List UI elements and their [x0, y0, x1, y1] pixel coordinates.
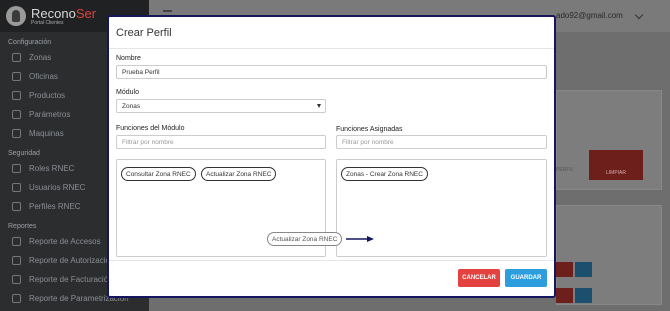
- report-icon: [12, 294, 21, 303]
- background-edit-button: [575, 288, 592, 303]
- funciones-modulo-label: Funciones del Módulo: [116, 125, 185, 132]
- modulo-label: Módulo: [116, 89, 139, 96]
- map-pin-icon: [12, 53, 21, 62]
- funciones-asignadas-label: Funciones Asignadas: [336, 126, 403, 133]
- user-tag-icon: [12, 164, 21, 173]
- drag-arrow-icon: [346, 236, 374, 242]
- box-icon: [12, 91, 21, 100]
- report-icon: [12, 256, 21, 265]
- modal-header: Crear Perfil: [109, 17, 554, 49]
- brand-subtitle: Portal Clientes: [31, 19, 64, 26]
- crear-perfil-modal: Crear Perfil Nombre Prueba Perfil Módulo…: [107, 15, 556, 298]
- module-function-chip[interactable]: Actualizar Zona RNEC: [201, 167, 277, 181]
- save-button[interactable]: GUARDAR: [505, 269, 547, 287]
- assigned-function-chip[interactable]: Zonas - Crear Zona RNEC: [341, 167, 428, 181]
- report-icon: [12, 275, 21, 284]
- module-function-chip[interactable]: Consultar Zona RNEC: [121, 167, 196, 181]
- dragging-function-chip[interactable]: Actualizar Zona RNEC: [267, 232, 343, 246]
- background-perfil-button: PERFIL: [556, 167, 574, 173]
- background-delete-button: [556, 288, 573, 303]
- cancel-button[interactable]: CANCELAR: [458, 269, 500, 287]
- background-delete-button: [556, 262, 573, 277]
- modal-footer: CANCELAR GUARDAR: [109, 260, 554, 296]
- funciones-asignadas-filter[interactable]: Filtrar por nombre: [336, 135, 547, 149]
- building-icon: [12, 72, 21, 81]
- sliders-icon: [12, 110, 21, 119]
- monitor-icon: [12, 129, 21, 138]
- report-icon: [12, 237, 21, 246]
- nombre-label: Nombre: [116, 55, 141, 62]
- modulo-select[interactable]: Zonas: [116, 99, 326, 113]
- background-limpiar-button: LIMPIAR: [589, 150, 643, 180]
- background-edit-button: [575, 262, 592, 277]
- brand-name: ReconoSer: [31, 5, 97, 21]
- brand-logo-icon: [6, 6, 26, 26]
- caret-down-icon: [317, 104, 321, 108]
- nombre-input[interactable]: Prueba Perfil: [116, 65, 547, 79]
- user-email: ado92@gmail.com: [556, 11, 623, 20]
- modal-title: Crear Perfil: [116, 26, 172, 39]
- users-icon: [12, 183, 21, 192]
- id-card-icon: [12, 202, 21, 211]
- funciones-modulo-filter[interactable]: Filtrar por nombre: [116, 135, 326, 149]
